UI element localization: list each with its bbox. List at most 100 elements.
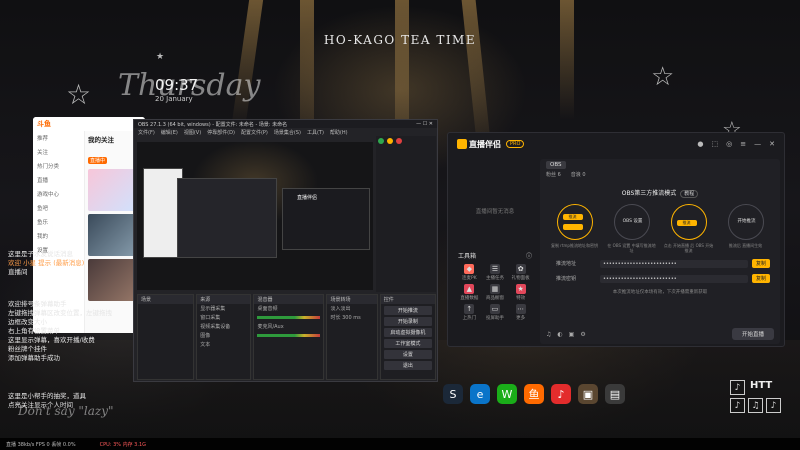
volume-meter[interactable] [257, 334, 321, 337]
mic-icon[interactable]: ♫ [546, 331, 551, 338]
mixer-dock[interactable]: 混音器 桌面音频 麦克风/Aux [253, 294, 325, 380]
settings-icon[interactable]: ⚙ [580, 331, 585, 338]
volume-meter[interactable] [257, 316, 321, 319]
guitar-icon: ♪ [730, 398, 745, 413]
duration-label-text: 时长 [330, 315, 341, 321]
source-item[interactable]: 窗口采集 [197, 313, 250, 322]
go-live-button[interactable]: 开始直播 [731, 328, 774, 340]
mixer-track-label: 麦克风/Aux [257, 324, 284, 330]
tutorial-pill[interactable]: 教程 [680, 190, 699, 198]
controls-dock[interactable]: 控件 开始推流 开始录制 启动虚拟摄像机 工作室模式 设置 退出 [379, 294, 436, 380]
menu-item[interactable]: 编辑(E) [161, 129, 178, 136]
chat-line: 左键拖拽弹幕区改变位置，左键拖拽 [8, 309, 112, 317]
live-companion-window[interactable]: 直播伴侣 PRO ● ⬚ ◎ ≡ — ✕ 直播间暂无消息 工具箱 ⓘ ◆ 连麦PK… [447, 132, 785, 347]
client-nav-item[interactable]: 关注 [33, 145, 84, 159]
client-nav-item[interactable]: 鱼吧 [33, 201, 84, 215]
htt-logo: ♪ HTT ♪ ♫ ♪ [730, 380, 788, 418]
exit-button[interactable]: 退出 [383, 361, 432, 370]
client-nav-item[interactable]: 我的 [33, 229, 84, 243]
source-item[interactable]: 显示器采集 [197, 304, 250, 313]
menu-icon[interactable]: ≡ [740, 140, 746, 148]
user-icon[interactable]: ● [697, 140, 703, 148]
chat-line: 添加弹幕助手成功 [8, 354, 60, 362]
window-controls[interactable]: — ☐ ✕ [416, 121, 433, 127]
netease-music-icon[interactable]: ♪ [551, 384, 571, 404]
tool-item[interactable]: ◆ 连麦PK [458, 264, 481, 281]
duration-value[interactable]: 300 ms [342, 315, 361, 321]
step-title-text: OBS第三方推流模式 [621, 190, 677, 197]
wechat-icon[interactable]: W [497, 384, 517, 404]
gift-icon[interactable]: ⬚ [712, 140, 719, 148]
tool-label: 更多 [516, 316, 526, 321]
obs-preview-canvas[interactable]: 直播伴侣 [137, 142, 373, 290]
menu-item[interactable]: 帮助(H) [330, 129, 348, 136]
start-recording-button[interactable]: 开始录制 [383, 317, 432, 326]
copy-address-button[interactable]: 复制 [751, 259, 770, 268]
obs-window[interactable]: OBS 27.1.3 (64 bit, windows) - 配置文件: 未命名… [133, 119, 438, 382]
tool-item[interactable]: ↑ 上热门 [458, 304, 481, 321]
source-item[interactable]: 视频采集设备 [197, 322, 250, 331]
start-streaming-button[interactable]: 开始推流 [383, 306, 432, 315]
chat-empty-state: 直播间暂无消息 [475, 209, 515, 215]
menu-item[interactable]: 停靠部件(D) [207, 129, 235, 136]
edge-icon[interactable]: e [470, 384, 490, 404]
copy-key-button[interactable]: 复制 [751, 274, 770, 283]
source-item[interactable]: 文本 [197, 340, 250, 349]
tool-item[interactable]: ⋯ 更多 [509, 304, 532, 321]
info-icon[interactable]: ⓘ [526, 251, 532, 260]
source-item[interactable]: 图像 [197, 331, 250, 340]
studio-mode-button[interactable]: 工作室模式 [383, 339, 432, 348]
client-nav-item[interactable]: 热门分类 [33, 159, 84, 173]
step-title: OBS第三方推流模式 教程 [540, 188, 780, 198]
menu-item[interactable]: 配置文件(P) [241, 129, 268, 136]
status-dot-icon [396, 138, 402, 144]
steam-icon[interactable]: S [443, 384, 463, 404]
step-caption: 在 OBS 设置 中填写推流地址 [607, 243, 656, 253]
tool-icon: ↑ [464, 304, 475, 314]
tool-item[interactable]: ☰ 主播任务 [484, 264, 507, 281]
toolbox-title: 工具箱 [458, 253, 477, 260]
step-item: 推流 点击 开始直播 后 OBS 开始推流 [664, 204, 714, 253]
close-icon[interactable]: ✕ [769, 140, 775, 148]
companion-titlebar: 直播伴侣 PRO ● ⬚ ◎ ≡ — ✕ [448, 133, 784, 155]
sources-dock[interactable]: 来源 显示器采集 窗口采集 视频采集设备 图像 文本 [196, 294, 252, 380]
tool-item[interactable]: ▲ 直播数据 [458, 284, 481, 301]
app-game-icon[interactable]: ▣ [578, 384, 598, 404]
menu-item[interactable]: 工具(T) [307, 129, 324, 136]
client-nav-item[interactable]: 鱼乐 [33, 215, 84, 229]
field-label: 推流地址 [556, 261, 577, 267]
star-icon: ☆ [651, 62, 675, 92]
rtmp-address-field[interactable]: ••••••••••••••••••••••••• [600, 259, 748, 268]
notification-icon[interactable]: ◎ [726, 140, 732, 148]
minimize-icon[interactable]: — [754, 140, 761, 148]
client-nav-item[interactable]: 直播 [33, 173, 84, 187]
tool-item[interactable]: ★ 特效 [509, 284, 532, 301]
obs-side-panel [376, 136, 436, 292]
menu-item[interactable]: 文件(F) [138, 129, 155, 136]
mode-tab[interactable]: OBS [540, 159, 780, 171]
tool-icon: ⋯ [515, 304, 526, 314]
tool-item[interactable]: ✿ 礼物面板 [509, 264, 532, 281]
toolbox-header: 工具箱 ⓘ [456, 249, 534, 262]
step-circle-text: OBS 设置 [622, 219, 643, 224]
guitar-icon: ♪ [766, 398, 781, 413]
transitions-dock[interactable]: 场景转场 淡入淡出 时长 300 ms [326, 294, 378, 380]
menu-item[interactable]: 场景集合(S) [274, 129, 301, 136]
app-orange-icon[interactable]: 鱼 [524, 384, 544, 404]
tool-item[interactable]: ▦ 商品橱窗 [484, 284, 507, 301]
settings-button[interactable]: 设置 [383, 350, 432, 359]
chat-line: 欢迎排号条弹幕助手 [8, 300, 67, 308]
client-nav-item[interactable]: 推荐 [33, 131, 84, 145]
tool-item[interactable]: ▭ 投屏助手 [484, 304, 507, 321]
stream-key-field[interactable]: ••••••••••••••••••••••••• [600, 274, 748, 283]
step-chip: 推流 [676, 220, 697, 226]
scenes-dock[interactable]: 场景 [137, 294, 195, 380]
camera-icon[interactable]: ▣ [569, 331, 575, 338]
speaker-icon[interactable]: ◐ [557, 331, 562, 338]
obs-titlebar[interactable]: OBS 27.1.3 (64 bit, windows) - 配置文件: 未命名… [134, 120, 437, 128]
client-nav-item[interactable]: 游戏中心 [33, 187, 84, 201]
virtual-camera-button[interactable]: 启动虚拟摄像机 [383, 328, 432, 337]
app-drive-icon[interactable]: ▤ [605, 384, 625, 404]
transition-select[interactable]: 淡入淡出 [327, 304, 376, 313]
menu-item[interactable]: 视图(V) [184, 129, 201, 136]
